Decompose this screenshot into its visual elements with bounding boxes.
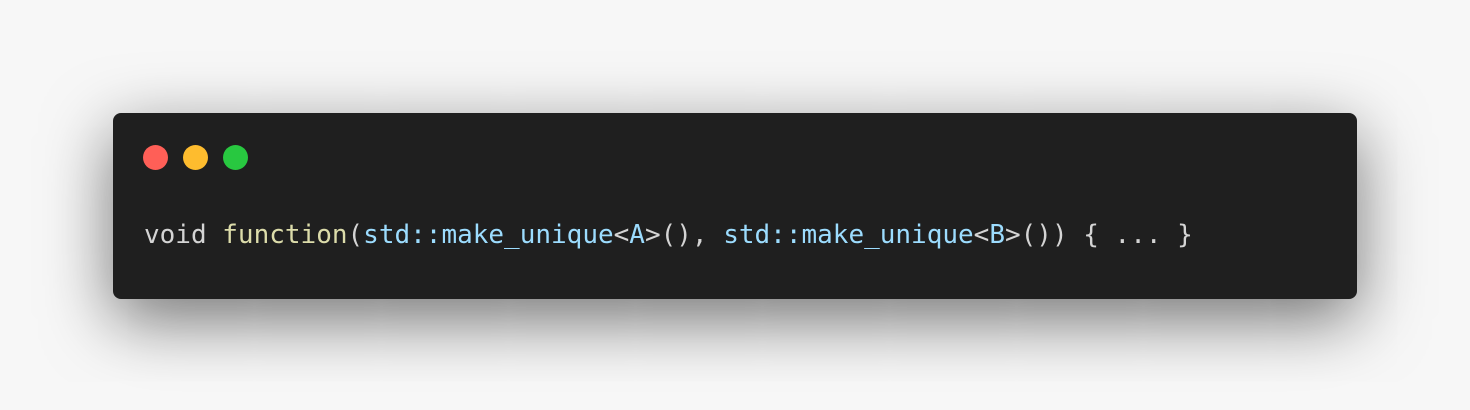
code-token-function-name: function bbox=[222, 220, 348, 250]
code-token-type: A bbox=[629, 220, 645, 250]
window-controls bbox=[143, 145, 248, 170]
code-token-keyword: void bbox=[144, 220, 223, 250]
minimize-button[interactable] bbox=[183, 145, 208, 170]
close-button[interactable] bbox=[143, 145, 168, 170]
code-token-punctuation: ( bbox=[347, 220, 364, 250]
code-line: void function(std::make_unique<A>(), std… bbox=[144, 217, 1193, 253]
code-token-identifier: std::make_unique bbox=[723, 220, 974, 250]
code-token-punctuation: >(), bbox=[644, 220, 724, 250]
code-token-identifier: std::make_unique bbox=[363, 220, 614, 250]
code-token-punctuation: >()) { ... } bbox=[1004, 220, 1193, 250]
code-token-punctuation: < bbox=[973, 220, 990, 250]
code-token-punctuation: < bbox=[613, 220, 630, 250]
code-token-type: B bbox=[989, 220, 1005, 250]
zoom-button[interactable] bbox=[223, 145, 248, 170]
code-window: void function(std::make_unique<A>(), std… bbox=[113, 113, 1357, 299]
background: void function(std::make_unique<A>(), std… bbox=[0, 0, 1470, 410]
